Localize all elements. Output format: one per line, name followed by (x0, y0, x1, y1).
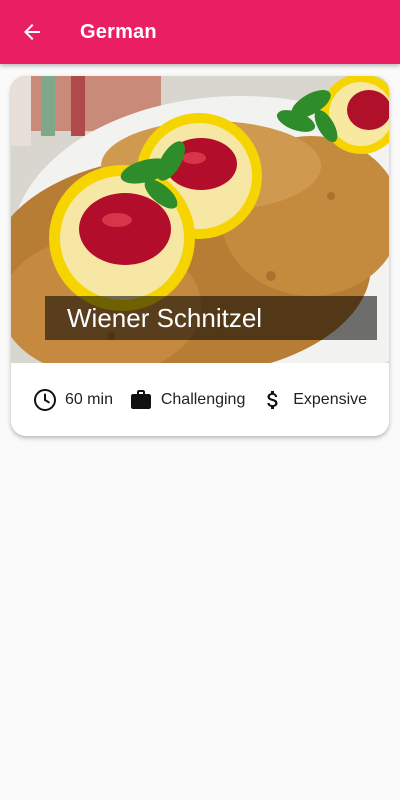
back-button[interactable] (0, 0, 64, 64)
app-bar: German (0, 0, 400, 64)
dollar-icon (261, 388, 285, 412)
affordability-info: Expensive (261, 388, 367, 412)
meal-image: Wiener Schnitzel (11, 76, 389, 363)
page-title: German (80, 20, 157, 43)
affordability-label: Expensive (293, 390, 368, 408)
arrow-back-icon (20, 20, 44, 44)
briefcase-icon (129, 388, 153, 412)
complexity-info: Challenging (129, 388, 246, 412)
meal-card[interactable]: Wiener Schnitzel 60 min Challenging Expe… (11, 76, 389, 436)
complexity-label: Challenging (160, 390, 246, 408)
duration-info: 60 min (33, 388, 113, 412)
meal-title: Wiener Schnitzel (67, 302, 263, 333)
duration-label: 60 min (64, 390, 113, 408)
meal-details: 60 min Challenging Expensive (11, 363, 389, 436)
meal-title-banner: Wiener Schnitzel (45, 296, 377, 340)
clock-icon (33, 388, 57, 412)
